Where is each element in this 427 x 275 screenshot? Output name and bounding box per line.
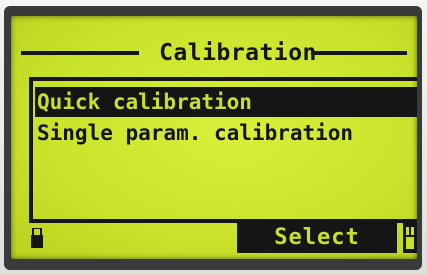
- screen-title-bar: Calibration: [21, 38, 411, 68]
- screen-title: Calibration: [159, 40, 317, 66]
- menu-item-single-param-calibration[interactable]: Single param. calibration: [35, 118, 353, 148]
- lock-icon: [31, 227, 43, 248]
- lcd-screen: Calibration Quick calibration Single par…: [11, 16, 417, 259]
- title-rule-left: [21, 51, 139, 55]
- calibration-menu: Quick calibration Single param. calibrat…: [29, 77, 417, 223]
- menu-item-quick-calibration[interactable]: Quick calibration: [35, 87, 417, 117]
- title-rule-right: [311, 51, 407, 55]
- select-softkey[interactable]: Select: [237, 223, 397, 253]
- backlight-icon: [403, 223, 417, 253]
